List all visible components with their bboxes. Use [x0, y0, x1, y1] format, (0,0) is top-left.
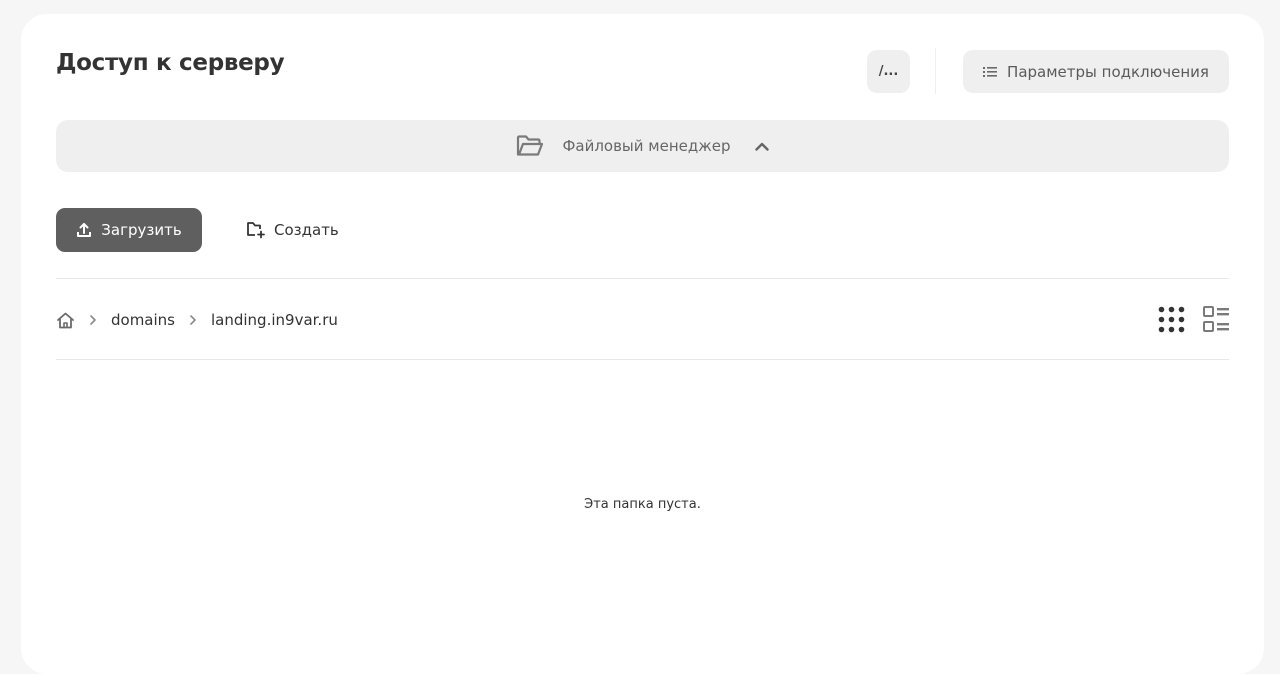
page-title: Доступ к серверу	[56, 50, 285, 76]
chevron-right-icon	[189, 314, 197, 326]
upload-label: Загрузить	[101, 221, 182, 239]
folder-add-icon	[246, 221, 266, 239]
connection-settings-button[interactable]: Параметры подключения	[963, 50, 1229, 93]
breadcrumb: domains landing.in9var.ru	[56, 306, 338, 334]
list-view-icon[interactable]	[1202, 305, 1230, 333]
breadcrumb-item-domains[interactable]: domains	[111, 311, 175, 329]
path-button[interactable]: /...	[867, 50, 910, 93]
create-button[interactable]: Создать	[246, 208, 339, 252]
empty-folder-message: Эта папка пуста.	[584, 497, 701, 512]
toolbar-divider	[56, 278, 1229, 279]
server-access-card	[21, 14, 1264, 674]
upload-icon	[76, 222, 92, 238]
chevron-up-icon	[754, 142, 769, 151]
path-button-label: /...	[878, 64, 899, 79]
list-icon	[983, 66, 998, 78]
header-divider	[935, 48, 936, 94]
upload-button[interactable]: Загрузить	[56, 208, 202, 252]
breadcrumb-divider	[56, 359, 1229, 360]
file-manager-label: Файловый менеджер	[562, 137, 731, 155]
chevron-right-icon	[89, 314, 97, 326]
grid-view-icon[interactable]	[1157, 305, 1185, 333]
home-icon[interactable]	[56, 312, 75, 329]
create-label: Создать	[274, 221, 339, 239]
folder-open-icon	[516, 135, 544, 157]
file-manager-toggle[interactable]: Файловый менеджер	[56, 120, 1229, 172]
breadcrumb-item-current[interactable]: landing.in9var.ru	[211, 311, 338, 329]
connection-settings-label: Параметры подключения	[1007, 62, 1209, 81]
